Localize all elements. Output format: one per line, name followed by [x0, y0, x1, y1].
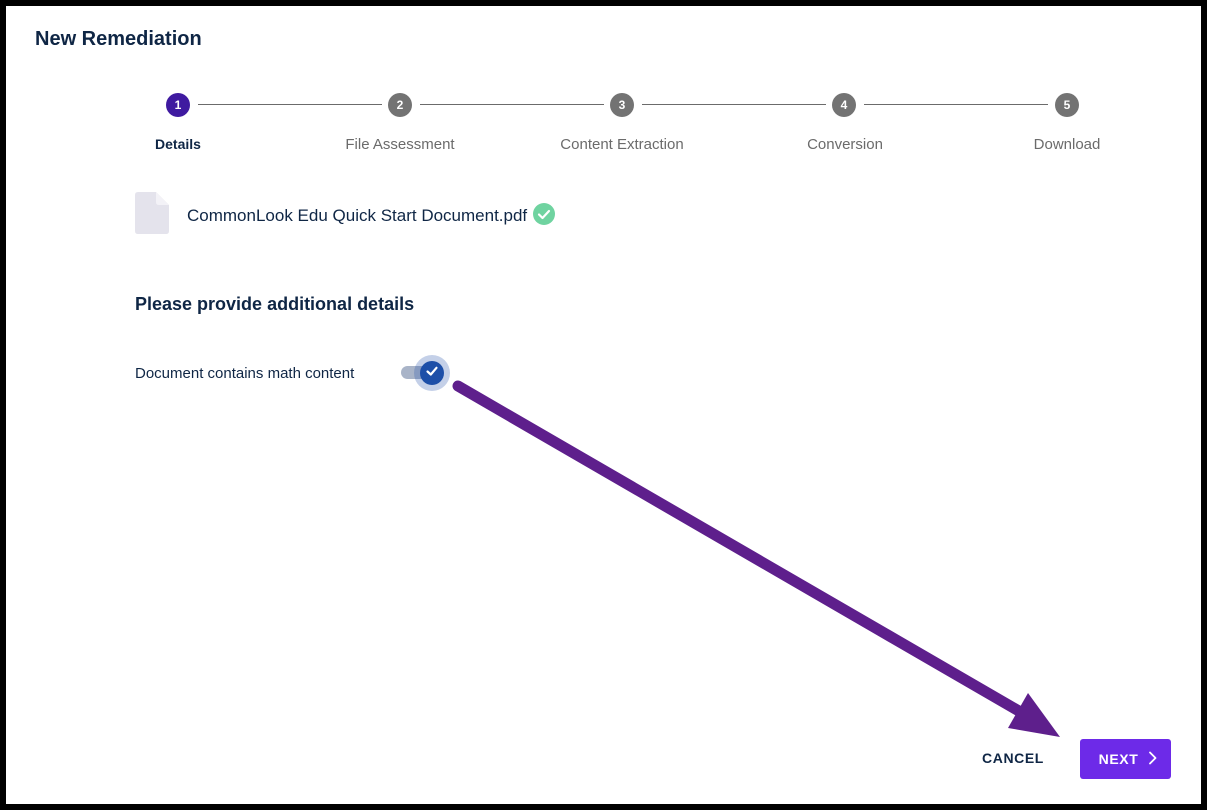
next-button[interactable]: NEXT	[1080, 739, 1171, 779]
new-remediation-dialog: New Remediation 1 2 3 4 5 Details File A…	[6, 6, 1201, 804]
chevron-right-icon	[1148, 751, 1158, 768]
next-button-label: NEXT	[1098, 751, 1139, 767]
annotation-arrow	[452, 380, 1060, 737]
cancel-button[interactable]: CANCEL	[970, 742, 1056, 774]
